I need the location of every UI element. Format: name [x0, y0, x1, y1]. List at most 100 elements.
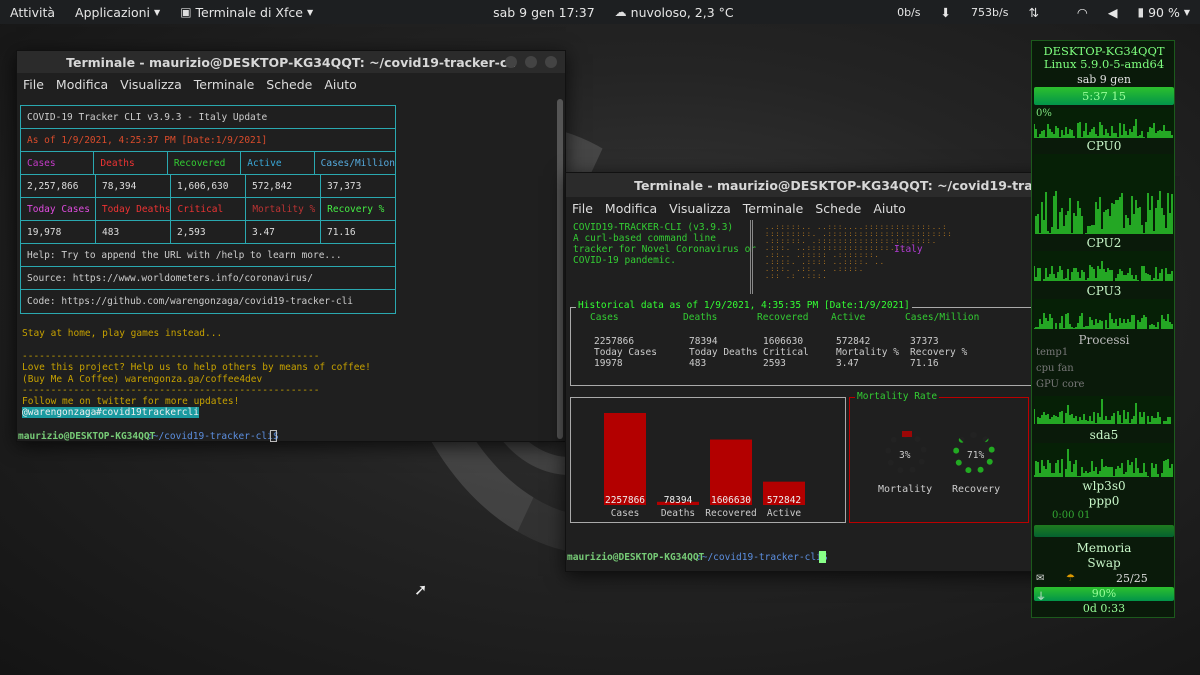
separator-line: ----------------------------------------… — [22, 385, 320, 396]
applications-menu[interactable]: Applicazioni ▼ — [65, 5, 170, 20]
prompt-user: maurizio@DESKTOP-KG34QQT — [18, 431, 156, 442]
network-arrows-icon[interactable]: ⇅ — [1018, 5, 1048, 20]
label-active: Active — [241, 152, 315, 174]
taskbar-terminal-label: Terminale di Xfce — [195, 4, 303, 20]
value-today-deaths: 483 — [96, 221, 171, 243]
terminal-icon: ▣ — [180, 5, 192, 19]
hist-label-cases: Cases — [590, 312, 619, 323]
bar-cases — [604, 413, 646, 505]
window-title: Terminale - maurizio@DESKTOP-KG34QQT: ~/… — [66, 54, 516, 70]
hist-value-active: 572842 — [836, 336, 871, 347]
follow-text: Follow me on twitter for more updates! — [22, 396, 240, 407]
minimize-button[interactable] — [505, 56, 517, 68]
weather-widget[interactable]: ☁ nuvoloso, 2,3 °C — [605, 5, 744, 20]
intro-line-3: tracker for Novel Coronavirus or — [573, 244, 757, 255]
text-cursor — [270, 430, 277, 442]
menu-file[interactable]: File — [566, 201, 599, 216]
ppp-uptime: 0:00 01 — [1052, 510, 1091, 521]
wifi-icon[interactable]: ◠ — [1067, 5, 1098, 20]
menu-file[interactable]: File — [17, 77, 50, 92]
hist-label-cases-million: Cases/Million — [905, 312, 980, 323]
table-code: Code: https://github.com/warengonzaga/co… — [27, 296, 354, 307]
clock[interactable]: sab 9 gen 17:37 — [483, 5, 605, 20]
intro-line-1: COVID19-TRACKER-CLI (v3.9.3) — [573, 222, 734, 233]
cpu0-graph — [1034, 108, 1174, 138]
divider — [750, 220, 753, 294]
intro-line-4: COVID-19 pandemic. — [573, 255, 676, 266]
mail-count: 25/25 — [1116, 572, 1148, 585]
label-today-deaths: Today Deaths — [96, 198, 172, 220]
world-map: ..:::::.. ..:::....:::::::::::::..::::::… — [765, 224, 953, 280]
prompt-user: maurizio@DESKTOP-KG34QQT — [567, 552, 705, 563]
volume-icon[interactable]: ◀ — [1098, 5, 1128, 20]
love-text: Love this project? Help us to help other… — [22, 362, 371, 373]
label-deaths: Deaths — [94, 152, 168, 174]
close-button[interactable] — [545, 56, 557, 68]
window-titlebar[interactable]: Terminale - maurizio@DESKTOP-KG34QQT: ~/… — [17, 51, 565, 73]
hist-value-critical: 2593 — [763, 358, 786, 369]
cpu0-pct: 0% — [1036, 108, 1052, 119]
bar-value-label: 2257866 — [605, 495, 645, 506]
hist-value-recovery: 71.16 — [910, 358, 939, 369]
menu-terminal[interactable]: Terminale — [188, 77, 261, 92]
bar-category-label: Active — [767, 508, 802, 519]
menu-help[interactable]: Aiuto — [318, 77, 363, 92]
menu-edit[interactable]: Modifica — [599, 201, 663, 216]
table-header: COVID-19 Tracker CLI v3.9.3 - Italy Upda… — [27, 111, 268, 123]
label-critical: Critical — [171, 198, 247, 220]
scrollbar[interactable] — [557, 99, 563, 439]
mortality-box — [849, 397, 1029, 523]
disk-graph — [1034, 443, 1174, 477]
coffee-text: (Buy Me A Coffee) warengonza.ga/coffee4d… — [22, 374, 263, 385]
mortality-donut-label: Mortality — [878, 484, 933, 495]
menu-edit[interactable]: Modifica — [50, 77, 114, 92]
chevron-down-icon: ▼ — [306, 7, 314, 17]
mortality-donut-fill — [902, 431, 912, 437]
label-mortality: Mortality % — [246, 198, 322, 220]
net-download: 753b/s — [971, 5, 1009, 19]
menu-tabs[interactable]: Schede — [809, 201, 867, 216]
mortality-donut-value: 3% — [899, 450, 911, 461]
maximize-button[interactable] — [525, 56, 537, 68]
hist-label-recovery: Recovery % — [910, 347, 968, 358]
conky-time: 5:37 15 — [1081, 89, 1127, 103]
applications-label: Applicazioni — [75, 4, 151, 20]
mail-icon: ✉ — [1036, 573, 1045, 584]
top-panel: Attività Applicazioni ▼ ▣ Terminale di Xfc… — [0, 0, 1200, 24]
menubar: File Modifica Visualizza Terminale Sched… — [17, 73, 565, 95]
gpu-label: GPU core — [1036, 379, 1085, 390]
label-cases: Cases — [21, 152, 95, 174]
value-cases-million: 37,373 — [327, 180, 362, 192]
label-today-cases: Today Cases — [21, 198, 96, 220]
memory-label: Memoria — [1076, 541, 1132, 555]
menu-view[interactable]: Visualizza — [114, 77, 188, 92]
processes-label: Processi — [1078, 333, 1130, 347]
chevron-down-icon: ▼ — [1183, 7, 1190, 17]
proc-graph — [1034, 396, 1174, 424]
mouse-pointer-icon: ➚ — [414, 580, 428, 599]
menu-help[interactable]: Aiuto — [867, 201, 912, 216]
taskbar-terminal[interactable]: ▣ Terminale di Xfce ▼ — [170, 5, 323, 20]
menu-view[interactable]: Visualizza — [663, 201, 737, 216]
twitter-handle: @warengonzaga — [22, 407, 97, 418]
system-uptime: 0d 0:33 — [1082, 602, 1126, 615]
hist-label-critical: Critical — [763, 347, 809, 358]
value-recovery: 71.16 — [327, 226, 356, 238]
hashtag: #covid19trackercli — [96, 407, 199, 418]
bar-category-label: Cases — [611, 508, 640, 519]
cpu0-label: CPU0 — [1086, 139, 1122, 153]
menu-tabs[interactable]: Schede — [260, 77, 318, 92]
cpu2-label: CPU2 — [1086, 236, 1122, 250]
activities-button[interactable]: Attività — [0, 5, 65, 20]
battery-status[interactable]: ▮ 90 % ▼ — [1127, 5, 1200, 20]
value-active: 572,842 — [246, 175, 321, 197]
stay-home-text: Stay at home, play games instead... — [22, 328, 223, 339]
prompt-path: :~/covid19-tracker-cli$ — [147, 431, 279, 442]
hist-label-active: Active — [831, 312, 866, 323]
window-title: Terminale - maurizio@DESKTOP-KG34QQT: ~/… — [634, 177, 1084, 193]
menu-terminal[interactable]: Terminale — [737, 201, 810, 216]
bar-value-label: 78394 — [664, 495, 693, 506]
hist-label-today-deaths: Today Deaths — [689, 347, 758, 358]
hist-value-mortality: 3.47 — [836, 358, 859, 369]
value-mortality: 3.47 — [246, 221, 321, 243]
